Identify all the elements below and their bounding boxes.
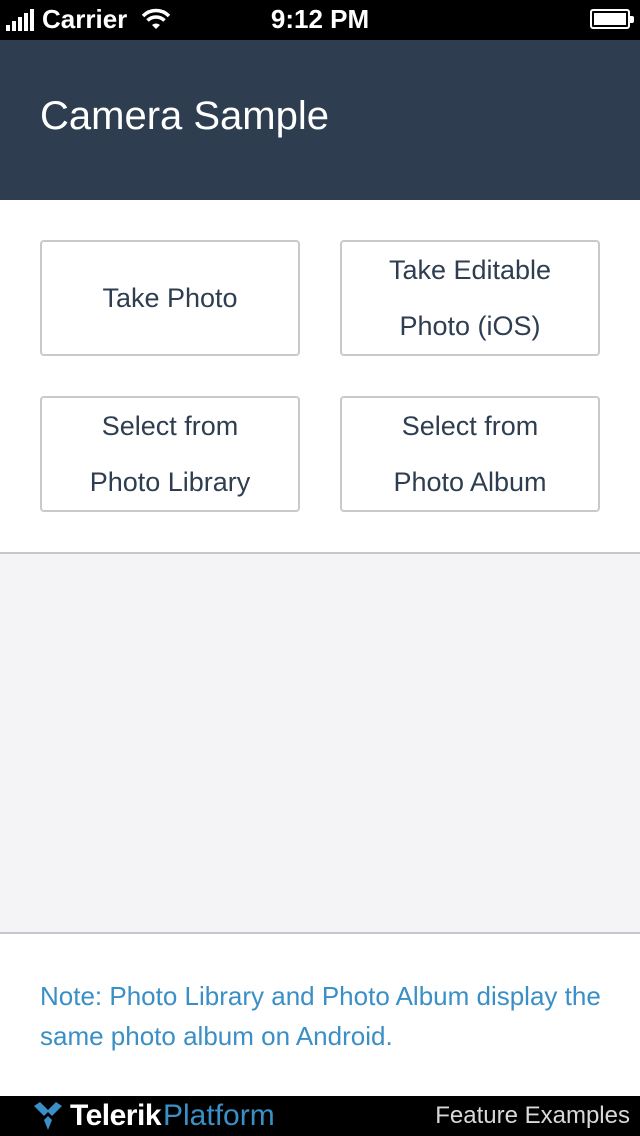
select-album-label-line2: Photo Album bbox=[393, 467, 547, 497]
select-library-label-line1: Select from bbox=[101, 411, 239, 441]
take-photo-button[interactable]: Take Photo bbox=[40, 240, 300, 356]
telerik-logo-icon bbox=[34, 1102, 62, 1130]
footer-bar: Telerik Platform Feature Examples bbox=[0, 1096, 640, 1136]
page-title: Camera Sample bbox=[40, 94, 330, 138]
take-photo-label: Take Photo bbox=[102, 283, 238, 313]
take-editable-photo-button[interactable]: Take Editable Photo (iOS) bbox=[340, 240, 600, 356]
status-time: 9:12 PM bbox=[270, 4, 370, 34]
take-editable-label-line2: Photo (iOS) bbox=[399, 311, 541, 341]
status-bar: Carrier 9:12 PM bbox=[0, 0, 640, 40]
android-note: Note: Photo Library and Photo Album disp… bbox=[40, 981, 601, 1051]
select-library-label-line2: Photo Library bbox=[89, 467, 251, 497]
brand-telerik: Telerik bbox=[70, 1099, 162, 1132]
select-photo-album-button[interactable]: Select from Photo Album bbox=[340, 396, 600, 512]
select-photo-library-button[interactable]: Select from Photo Library bbox=[40, 396, 300, 512]
brand-platform: Platform bbox=[163, 1099, 275, 1132]
telerik-platform-logo: Telerik Platform bbox=[32, 1098, 275, 1134]
battery-icon bbox=[590, 9, 634, 29]
app-header: Camera Sample bbox=[0, 40, 640, 200]
photo-preview-area bbox=[0, 554, 640, 934]
take-editable-label-line1: Take Editable bbox=[388, 255, 552, 285]
buttons-area: Take Photo Take Editable Photo (iOS) Sel… bbox=[0, 200, 640, 554]
select-album-label-line1: Select from bbox=[401, 411, 539, 441]
feature-examples-label: Feature Examples bbox=[435, 1102, 630, 1129]
